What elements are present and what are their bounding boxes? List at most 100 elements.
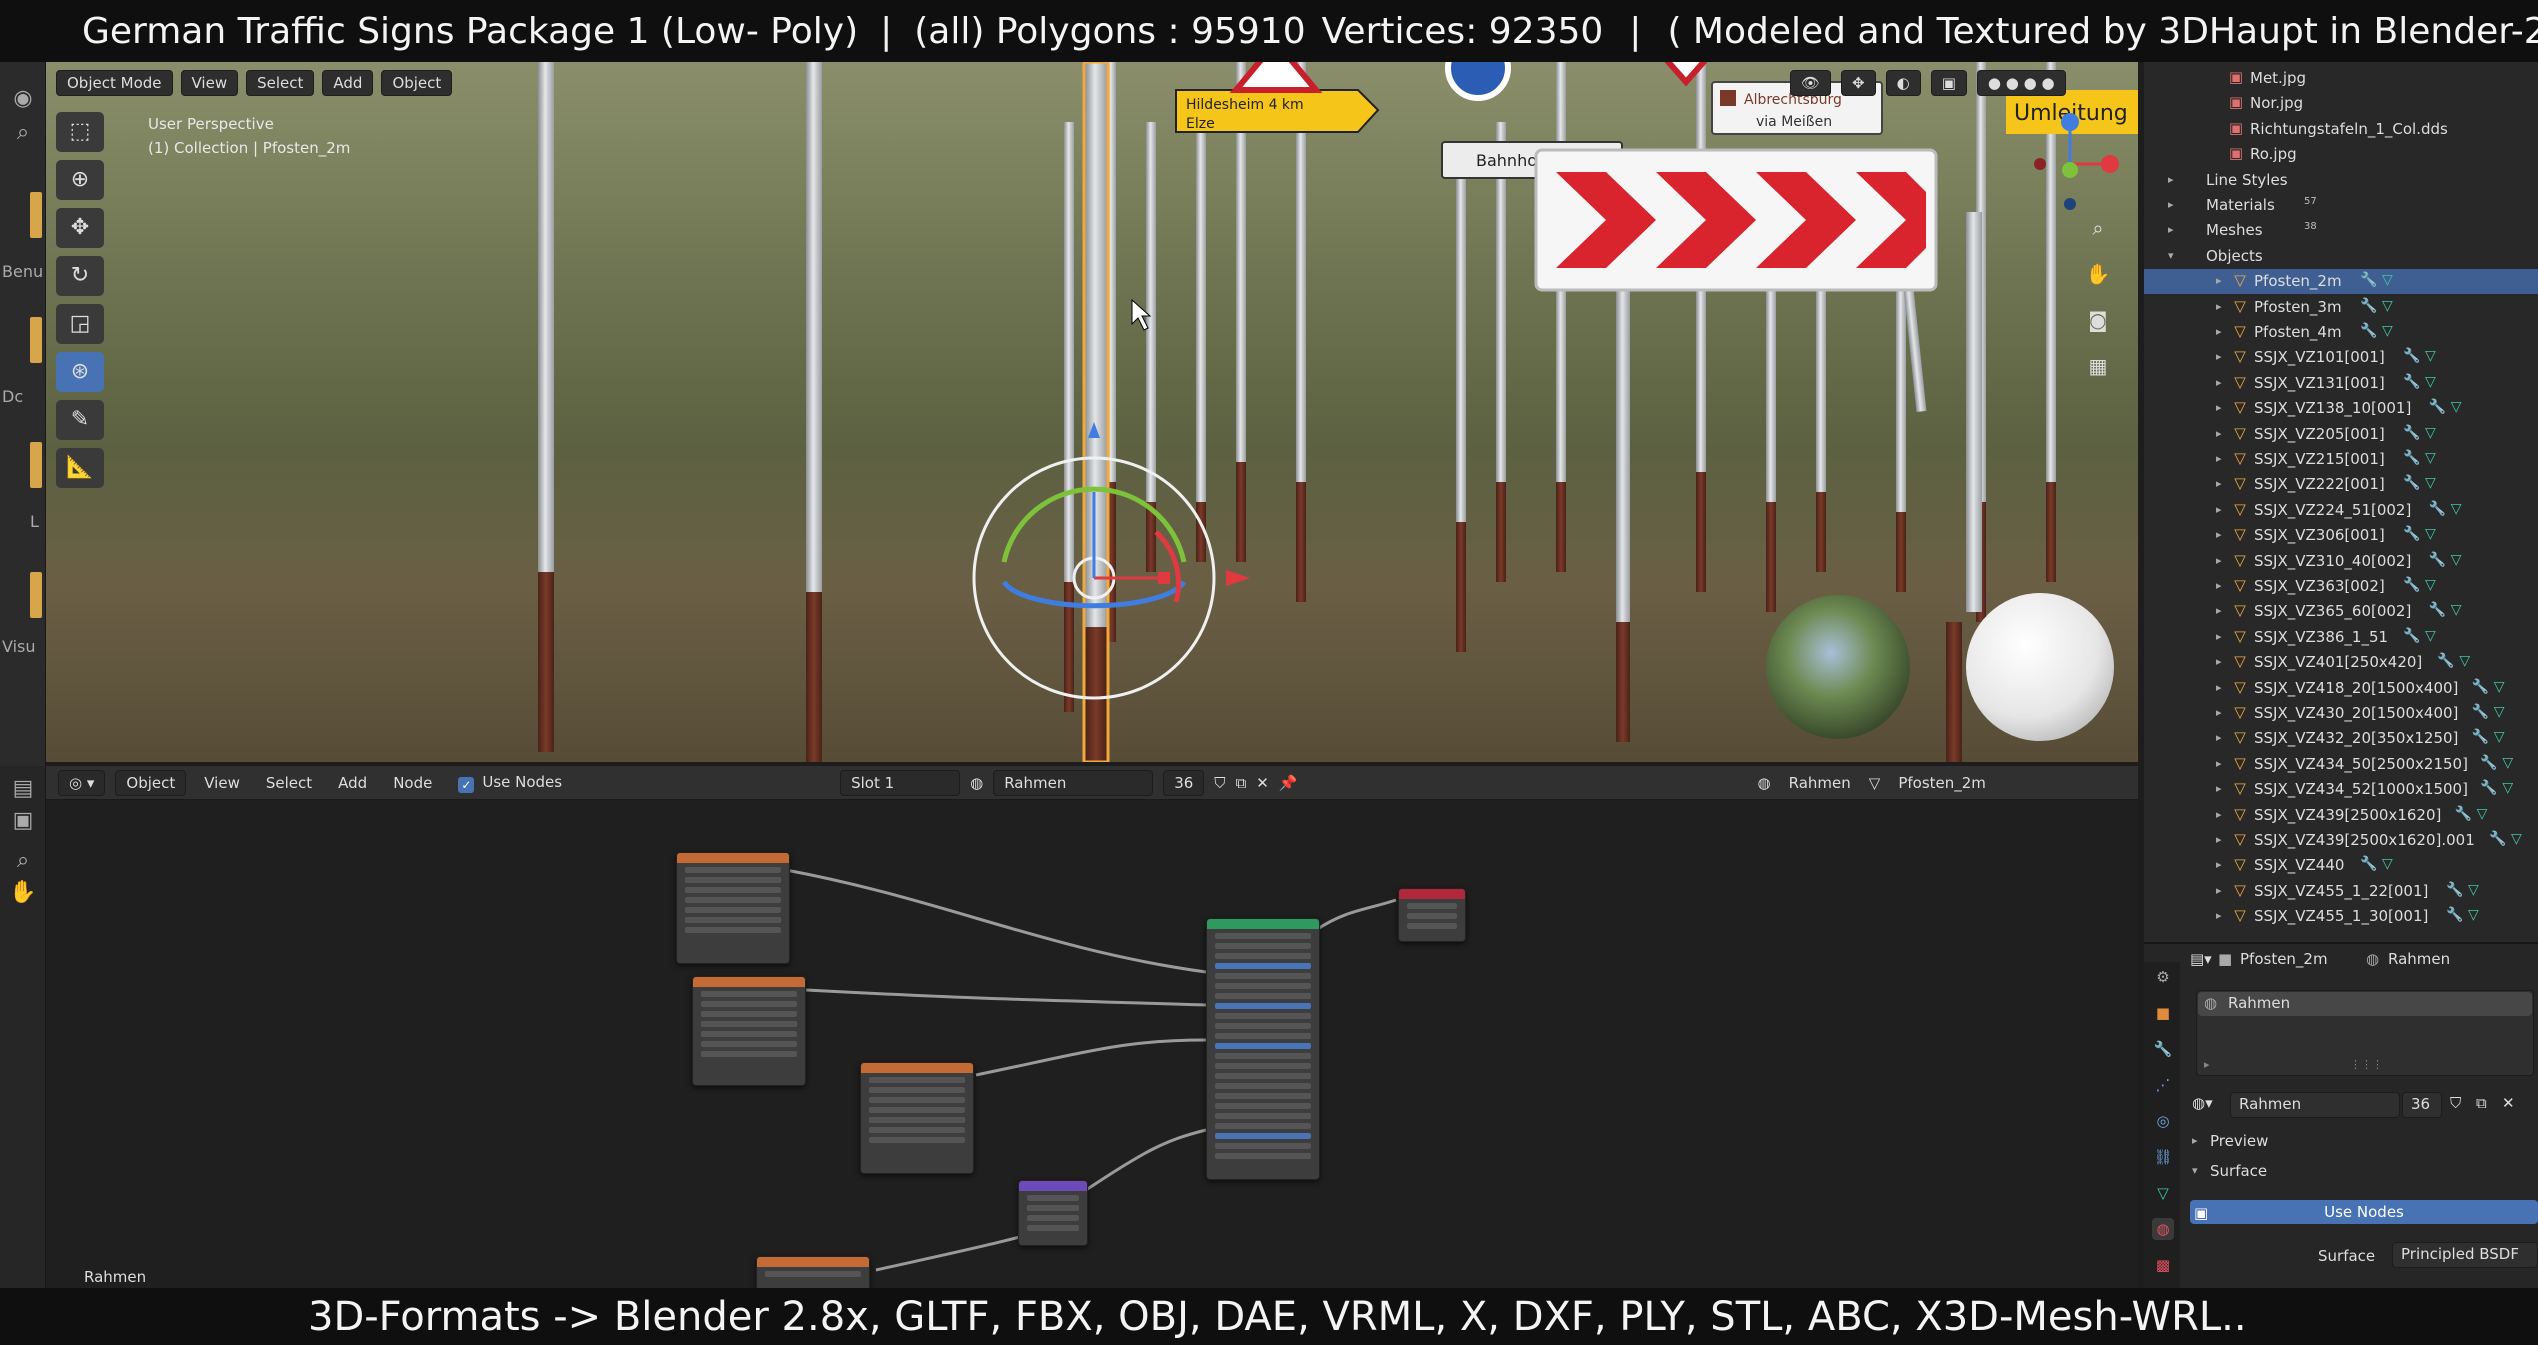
zoom-icon[interactable]: ⌕: [2080, 210, 2116, 246]
modifier-icon[interactable]: 🔧: [2403, 348, 2420, 364]
menu-select[interactable]: Select: [258, 774, 320, 792]
shader-type-select[interactable]: Object: [115, 769, 187, 796]
outliner-object-item[interactable]: ▸ ▽ SSJX_VZ306[001] 🔧 ▽: [2144, 523, 2538, 548]
disclosure-triangle-icon[interactable]: ▸: [2216, 604, 2222, 617]
mesh-data-icon[interactable]: ▽: [2468, 907, 2479, 923]
material-name-field[interactable]: Rahmen: [2230, 1092, 2400, 1118]
mesh-data-icon[interactable]: ▽: [2425, 628, 2436, 644]
tool-tab-icon[interactable]: ⚙: [2152, 966, 2174, 988]
mesh-data-icon[interactable]: ▽: [2425, 577, 2436, 593]
disclosure-triangle-icon[interactable]: ▸: [2216, 909, 2222, 922]
disclosure-triangle-icon[interactable]: ▸: [2216, 376, 2222, 389]
material-tab-icon[interactable]: ◍: [2152, 1218, 2174, 1240]
unlink-icon[interactable]: ✕: [2502, 1094, 2515, 1112]
outliner-object-item[interactable]: ▸ ▽ SSJX_VZ215[001] 🔧 ▽: [2144, 447, 2538, 472]
mesh-data-icon[interactable]: ▽: [2425, 374, 2436, 390]
modifier-icon[interactable]: 🔧: [2403, 425, 2420, 441]
mesh-data-icon[interactable]: ▽: [2451, 399, 2462, 415]
outliner-object-item[interactable]: ▸ ▽ SSJX_VZ439[2500x1620] 🔧 ▽: [2144, 803, 2538, 828]
disclosure-triangle-icon[interactable]: ▸: [2216, 503, 2222, 516]
menu-view[interactable]: View: [180, 70, 239, 96]
disclosure-triangle-icon[interactable]: ▸: [2216, 554, 2222, 567]
outliner-object-item[interactable]: ▸ ▽ SSJX_VZ434_52[1000x1500] 🔧 ▽: [2144, 777, 2538, 802]
xray-icon[interactable]: ▣: [1930, 70, 1967, 96]
modifier-icon[interactable]: 🔧: [2489, 831, 2506, 847]
disclosure-triangle-icon[interactable]: ▸: [2216, 681, 2222, 694]
image-texture-node[interactable]: [692, 976, 806, 1086]
principled-bsdf-node[interactable]: [1206, 918, 1320, 1180]
disclosure-triangle-icon[interactable]: ▸: [2216, 808, 2222, 821]
menu-add[interactable]: Add: [322, 70, 374, 96]
disclosure-triangle-icon[interactable]: ▸: [2216, 731, 2222, 744]
material-browse-icon[interactable]: ◍▾: [2192, 1094, 2213, 1112]
props-editor-icon[interactable]: ▤▾: [2190, 950, 2212, 968]
mesh-data-icon[interactable]: ▽: [2451, 602, 2462, 618]
modifier-icon[interactable]: 🔧: [2480, 780, 2497, 796]
preview-section[interactable]: Preview: [2210, 1132, 2268, 1150]
select-box-icon[interactable]: ⬚: [56, 112, 104, 152]
outliner-object-item[interactable]: ▸ ▽ SSJX_VZ310_40[002] 🔧 ▽: [2144, 549, 2538, 574]
outliner-object-item[interactable]: ▸ ▽ SSJX_VZ434_50[2500x2150] 🔧 ▽: [2144, 752, 2538, 777]
mesh-data-icon[interactable]: ▽: [2425, 475, 2436, 491]
shading-modes-icon[interactable]: ● ● ● ●: [1976, 70, 2066, 96]
disclosure-triangle-icon[interactable]: ▸: [2216, 858, 2222, 871]
outliner-object-item[interactable]: ▸ ▽ SSJX_VZ439[2500x1620].001 🔧 ▽: [2144, 828, 2538, 853]
mesh-data-icon[interactable]: ▽: [2494, 729, 2505, 745]
modifier-icon[interactable]: 🔧: [2403, 628, 2420, 644]
outliner-object-item[interactable]: ▸ ▽ Pfosten_4m 🔧 ▽: [2144, 320, 2538, 345]
duplicate-icon[interactable]: ⧉: [2476, 1094, 2487, 1112]
search-icon[interactable]: ⌕: [8, 118, 38, 148]
disclosure-triangle-icon[interactable]: ▾: [2168, 249, 2174, 262]
measure-icon[interactable]: 📐: [56, 448, 104, 488]
outliner-object-item[interactable]: ▸ ▽ SSJX_VZ455_1_22[001] 🔧 ▽: [2144, 879, 2538, 904]
mesh-data-icon[interactable]: ▽: [2451, 552, 2462, 568]
mesh-data-icon[interactable]: ▽: [2468, 882, 2479, 898]
expand-arrow-icon[interactable]: ▾: [2192, 1164, 2198, 1177]
mesh-data-icon[interactable]: ▽: [2451, 501, 2462, 517]
disclosure-triangle-icon[interactable]: ▸: [2216, 452, 2222, 465]
mesh-data-icon[interactable]: ▽: [2382, 272, 2393, 288]
image-icon[interactable]: ▣: [8, 806, 38, 836]
outliner-image-item[interactable]: ▣ Richtungstafeln_1_Col.dds: [2144, 117, 2538, 142]
modifier-tab-icon[interactable]: 🔧: [2152, 1038, 2174, 1060]
modifier-icon[interactable]: 🔧: [2403, 577, 2420, 593]
outliner-object-item[interactable]: ▸ ▽ SSJX_VZ138_10[001] 🔧 ▽: [2144, 396, 2538, 421]
modifier-icon[interactable]: 🔧: [2446, 882, 2463, 898]
outliner-object-item[interactable]: ▸ ▽ SSJX_VZ365_60[002] 🔧 ▽: [2144, 599, 2538, 624]
menu-add[interactable]: Add: [330, 774, 375, 792]
disclosure-triangle-icon[interactable]: ▸: [2168, 198, 2174, 211]
outliner-object-item[interactable]: ▸ ▽ SSJX_VZ432_20[350x1250] 🔧 ▽: [2144, 726, 2538, 751]
material-users-count[interactable]: 36: [2402, 1092, 2442, 1118]
rotate-icon[interactable]: ↻: [56, 256, 104, 296]
visibility-icon[interactable]: 👁: [1790, 70, 1832, 96]
modifier-icon[interactable]: 🔧: [2437, 653, 2454, 669]
mesh-data-icon[interactable]: ▽: [2425, 348, 2436, 364]
editor-type-select[interactable]: ◎ ▾: [58, 769, 106, 796]
modifier-icon[interactable]: 🔧: [2360, 323, 2377, 339]
menu-object[interactable]: Object: [381, 70, 453, 96]
modifier-icon[interactable]: 🔧: [2429, 602, 2446, 618]
disclosure-triangle-icon[interactable]: ▸: [2216, 477, 2222, 490]
outliner-object-item[interactable]: ▸ ▽ SSJX_VZ455_1_30[001] 🔧 ▽: [2144, 904, 2538, 929]
grid-view-icon[interactable]: ▦: [2080, 348, 2116, 384]
outliner-object-item[interactable]: ▸ ▽ SSJX_VZ205[001] 🔧 ▽: [2144, 422, 2538, 447]
surface-section[interactable]: Surface: [2210, 1162, 2267, 1180]
fake-user-icon[interactable]: ⛉: [2450, 1094, 2461, 1112]
collapse-arrow-icon[interactable]: ▸: [2192, 1134, 2198, 1147]
disclosure-triangle-icon[interactable]: ▸: [2216, 325, 2222, 338]
fake-user-icon[interactable]: ⛉: [1214, 774, 1225, 792]
annotate-icon[interactable]: ✎: [56, 400, 104, 440]
mesh-data-icon[interactable]: ▽: [2502, 780, 2513, 796]
outliner-object-item[interactable]: ▸ ▽ SSJX_VZ418_20[1500x400] 🔧 ▽: [2144, 676, 2538, 701]
outliner-object-item[interactable]: ▸ ▽ SSJX_VZ101[001] 🔧 ▽: [2144, 345, 2538, 370]
outliner-image-item[interactable]: ▣ Met.jpg: [2144, 66, 2538, 91]
menu-select[interactable]: Select: [246, 70, 315, 96]
mesh-data-icon[interactable]: ▽: [2502, 755, 2513, 771]
modifier-icon[interactable]: 🔧: [2360, 856, 2377, 872]
outliner-object-item[interactable]: ▸ ▽ SSJX_VZ222[001] 🔧 ▽: [2144, 472, 2538, 497]
mesh-data-icon[interactable]: ▽: [2494, 679, 2505, 695]
pin-icon[interactable]: 📌: [1279, 774, 1298, 792]
outliner-object-item[interactable]: ▸ ▽ SSJX_VZ131[001] 🔧 ▽: [2144, 371, 2538, 396]
data-tab-icon[interactable]: ▽: [2152, 1182, 2174, 1204]
mesh-data-icon[interactable]: ▽: [2477, 806, 2488, 822]
